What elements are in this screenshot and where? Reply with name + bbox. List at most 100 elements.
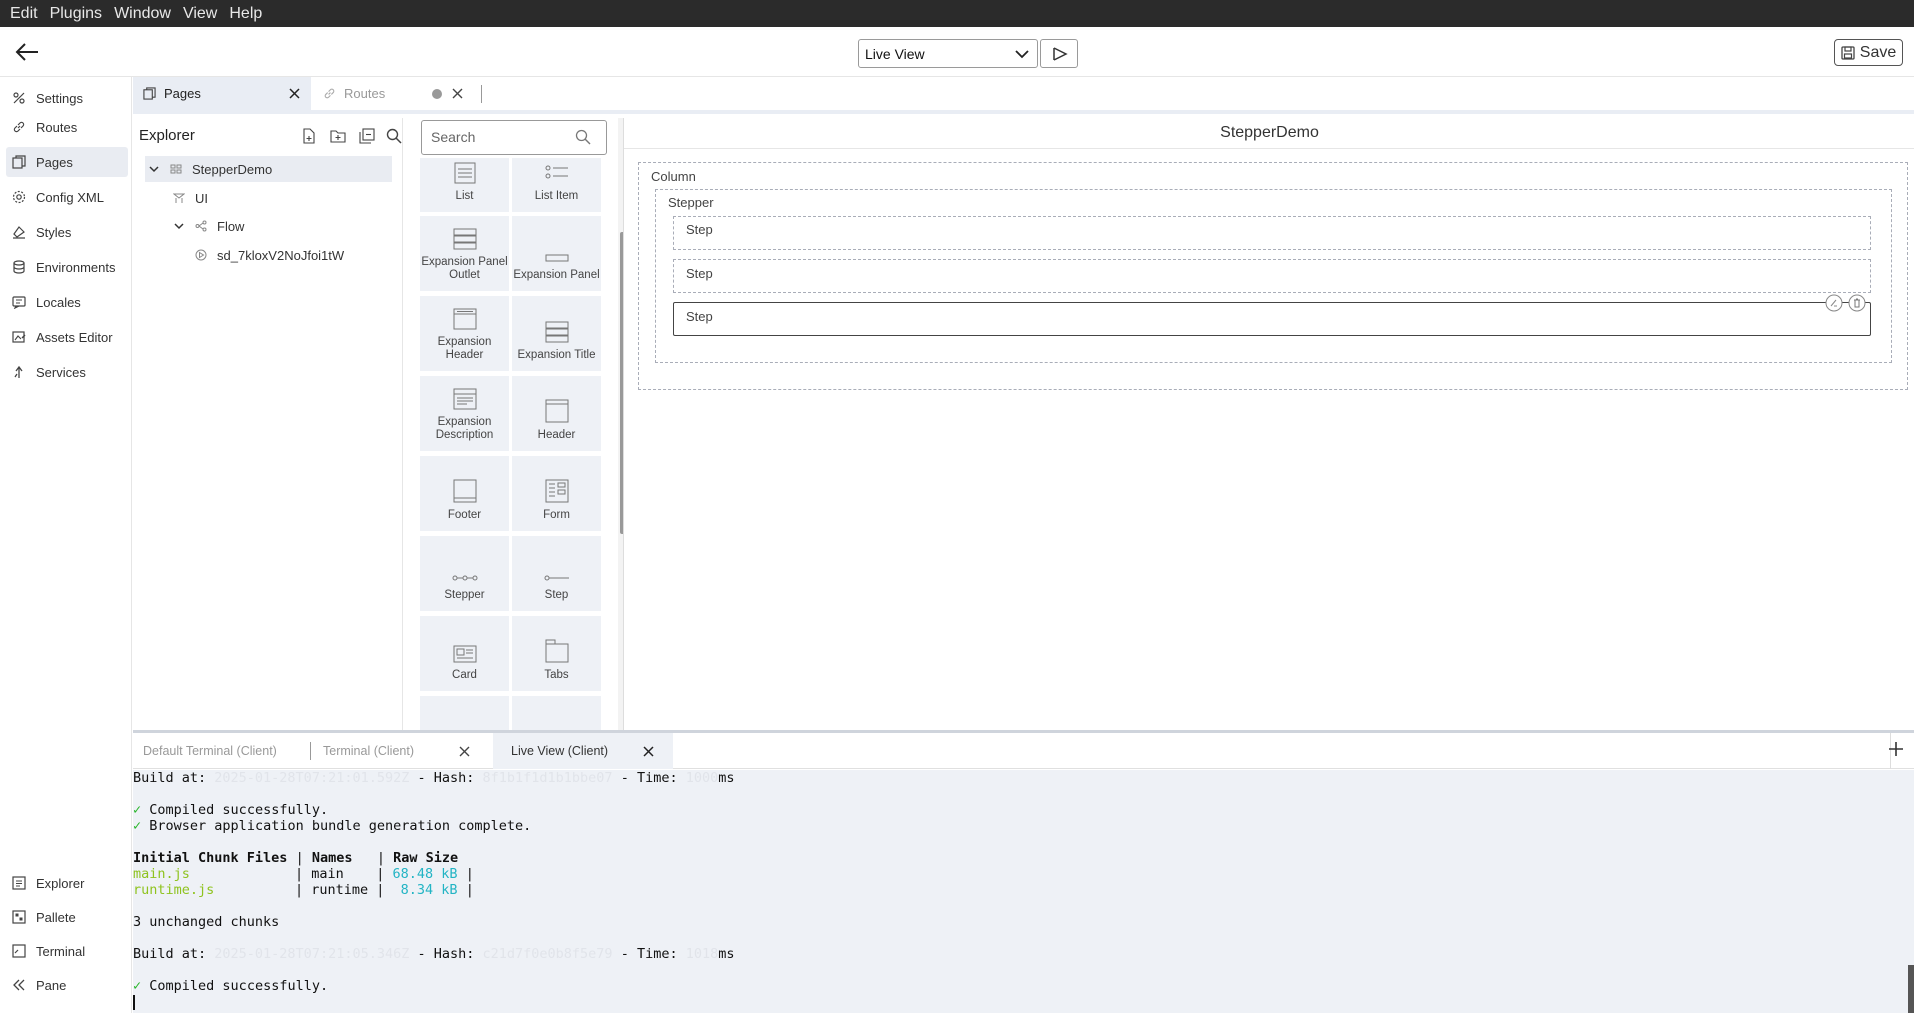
canvas-divider <box>624 148 1914 149</box>
terminal-table-header: Initial Chunk Files | Names | Raw Size <box>133 850 459 866</box>
back-button[interactable] <box>14 40 40 64</box>
palette-item-label: Card <box>452 668 477 681</box>
new-folder-icon[interactable] <box>330 128 346 144</box>
terminal-tab-live-view[interactable]: Live View (Client) <box>493 733 673 769</box>
hash-label: - Hash: <box>409 770 483 786</box>
bottom-nav-pane[interactable]: Pane <box>6 970 128 1000</box>
trash-icon[interactable] <box>1848 294 1866 312</box>
palette-item-label: Footer <box>447 508 482 521</box>
collapse-all-icon[interactable] <box>359 128 375 144</box>
nav-assets-editor[interactable]: Assets Editor <box>6 322 128 352</box>
search-icon[interactable] <box>575 129 591 145</box>
terminal-tab-client[interactable]: Terminal (Client) <box>313 733 493 769</box>
collapse-icon <box>13 979 25 991</box>
palette-item-list-item[interactable]: List Item <box>512 158 601 212</box>
terminal-line: ✓ Compiled successfully. <box>133 978 328 994</box>
build-time: 1000 <box>685 770 719 786</box>
palette-item-label: Expansion Panel Outlet <box>421 256 508 281</box>
table-header-cell: Raw Size <box>393 850 459 866</box>
save-button[interactable]: Save <box>1834 39 1903 66</box>
palette-item-form[interactable]: Form <box>512 456 601 531</box>
nav-services[interactable]: Services <box>6 357 128 387</box>
tree-item-label: Flow <box>217 218 245 234</box>
nav-styles[interactable]: Styles <box>6 217 128 247</box>
step-label: Step <box>686 222 713 237</box>
palette-item-expansion-title[interactable]: Expansion Title <box>512 296 601 371</box>
palette-item-expansion-panel[interactable]: Expansion Panel <box>512 216 601 291</box>
palette-item-label: Form <box>543 508 570 521</box>
palette-item-header[interactable]: Header <box>512 376 601 451</box>
nav-locales[interactable]: Locales <box>6 287 128 317</box>
palette-item-expansion-description[interactable]: Expansion Description <box>420 376 509 451</box>
nav-settings[interactable]: Settings <box>6 83 128 113</box>
step-block[interactable]: Step <box>673 216 1871 250</box>
close-icon[interactable] <box>643 746 654 757</box>
palette-item-stepper[interactable]: Stepper <box>420 536 509 611</box>
column-block[interactable]: Column Stepper Step Step Step <box>638 162 1908 390</box>
component-palette: Search List List Item Expansion Panel Ou… <box>405 118 628 730</box>
nav-pages[interactable]: Pages <box>6 147 128 177</box>
terminal-tab-label: Terminal (Client) <box>323 744 414 758</box>
column-label: Column <box>651 169 696 184</box>
add-terminal-icon[interactable] <box>1888 741 1904 757</box>
brush-icon <box>13 226 25 239</box>
tree-item-flow-node[interactable]: sd_7kloxV2NoJfoi1tW <box>195 242 344 268</box>
close-icon[interactable] <box>289 88 300 99</box>
palette-item-label: Header <box>537 428 576 441</box>
flow-icon <box>195 220 207 232</box>
tree-item-flow[interactable]: Flow <box>173 213 244 239</box>
new-file-icon[interactable] <box>301 128 317 144</box>
terminal-tab-label: Live View (Client) <box>511 744 609 758</box>
editor-tabs: Pages Routes <box>133 77 1914 114</box>
nav-routes[interactable]: Routes <box>6 112 128 142</box>
menu-help[interactable]: Help <box>223 0 268 27</box>
palette-item-partial[interactable] <box>512 696 601 730</box>
tree-item-ui[interactable]: UI <box>173 185 208 211</box>
palette-item-partial[interactable] <box>420 696 509 730</box>
chunk-name: main <box>311 866 344 882</box>
build-hash: 8f1b1f1d1b1bbe07 <box>482 770 613 786</box>
palette-item-list[interactable]: List <box>420 158 509 212</box>
close-icon[interactable] <box>459 746 470 757</box>
step-block[interactable]: Step <box>673 259 1871 293</box>
terminal-output[interactable]: Build at: 2025-01-28T07:21:01.592Z - Has… <box>133 770 1914 1013</box>
tab-routes[interactable]: Routes <box>313 77 483 110</box>
view-select[interactable]: Live View <box>858 39 1038 68</box>
tab-pages-label: Pages <box>164 86 201 101</box>
explorer-panel: Explorer StepperDemo UI Flow sd_7kloxV2N… <box>133 118 403 730</box>
terminal-scrollbar[interactable] <box>1908 965 1914 1013</box>
menu-view[interactable]: View <box>177 0 223 27</box>
menu-edit[interactable]: Edit <box>4 0 44 27</box>
palette-item-footer[interactable]: Footer <box>420 456 509 531</box>
step-block-selected[interactable]: Step <box>673 294 1871 336</box>
palette-item-tabs[interactable]: Tabs <box>512 616 601 691</box>
stepper-block[interactable]: Stepper Step Step Step <box>655 189 1892 363</box>
menu-plugins[interactable]: Plugins <box>44 0 108 27</box>
ms-unit: ms <box>718 946 735 962</box>
bottom-nav-explorer[interactable]: Explorer <box>6 868 128 898</box>
run-preview-button[interactable] <box>1040 39 1078 68</box>
tab-pages[interactable]: Pages <box>133 77 311 110</box>
bottom-nav-terminal[interactable]: Terminal <box>6 936 128 966</box>
list-item-component-icon <box>545 165 568 178</box>
explorer-title: Explorer <box>139 127 195 144</box>
search-icon[interactable] <box>386 128 402 144</box>
terminal-tab-default[interactable]: Default Terminal (Client) <box>133 733 308 769</box>
nav-environments[interactable]: Environments <box>6 252 128 282</box>
bottom-nav-terminal-label: Terminal <box>36 943 86 959</box>
palette-item-expansion-header[interactable]: Expansion Header <box>420 296 509 371</box>
terminal-tabs: Default Terminal (Client) Terminal (Clie… <box>133 733 1914 769</box>
palette-item-card[interactable]: Card <box>420 616 509 691</box>
nav-config-xml[interactable]: Config XML <box>6 182 128 212</box>
palette-item-expansion-panel-outlet[interactable]: Expansion Panel Outlet <box>420 216 509 291</box>
close-icon[interactable] <box>452 88 463 99</box>
palette-item-step[interactable]: Step <box>512 536 601 611</box>
tabs-component-icon <box>545 639 568 662</box>
tree-item-stepperdemo[interactable]: StepperDemo <box>145 156 392 182</box>
menu-window[interactable]: Window <box>108 0 177 27</box>
bottom-nav-pallete[interactable]: Pallete <box>6 902 128 932</box>
expansion-panel-icon <box>545 254 568 261</box>
floppy-icon <box>1841 45 1855 60</box>
translate-icon <box>12 296 26 309</box>
edit-icon[interactable] <box>1825 294 1843 312</box>
